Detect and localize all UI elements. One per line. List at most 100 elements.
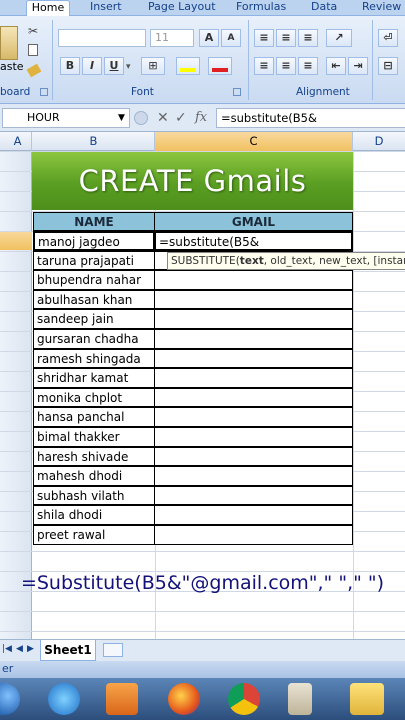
name-cell[interactable]: manoj jagdeo — [33, 231, 155, 251]
name-cell[interactable]: sandeep jain — [33, 309, 155, 329]
internet-explorer-icon[interactable] — [48, 683, 80, 715]
name-cell[interactable]: hansa panchal — [33, 407, 155, 427]
cancel-icon[interactable]: ✕ — [157, 110, 169, 126]
wrap-text-button[interactable]: ⏎ — [378, 29, 398, 47]
tooltip-function-name[interactable]: SUBSTITUTE( — [171, 255, 240, 267]
underline-button[interactable]: U — [104, 57, 124, 75]
name-cell[interactable]: shila dhodi — [33, 505, 155, 525]
clipboard-launcher-icon[interactable] — [40, 88, 48, 96]
tab-home[interactable]: Home — [26, 0, 70, 17]
column-header-b[interactable]: B — [33, 132, 155, 151]
font-launcher-icon[interactable] — [233, 88, 241, 96]
borders-button[interactable]: ⊞ — [141, 57, 165, 75]
name-cell[interactable]: subhash vilath — [33, 485, 155, 506]
grow-font-button[interactable]: A — [199, 29, 219, 47]
gmail-cell[interactable] — [154, 348, 353, 369]
shrink-font-button[interactable]: A — [221, 29, 241, 47]
first-sheet-icon[interactable]: |◀ — [2, 644, 12, 654]
expand-circle-icon — [134, 111, 148, 125]
tally-erp-icon[interactable] — [288, 683, 312, 715]
gmail-cell[interactable] — [154, 289, 353, 310]
align-middle-button[interactable]: ≡ — [276, 29, 296, 47]
insert-function-icon[interactable]: fx — [195, 110, 207, 126]
worksheet-grid[interactable]: CREATE Gmails NAME GMAIL manoj jagdeo =su… — [0, 151, 405, 639]
copy-icon[interactable] — [28, 44, 38, 56]
overlay-formula-caption: =Substitute(B5&"@gmail.com"," "," ") — [20, 572, 385, 594]
align-left-button[interactable]: ≡ — [254, 57, 274, 75]
gmail-cell[interactable] — [154, 505, 353, 525]
gmail-cell[interactable] — [154, 407, 353, 427]
gmail-cell[interactable] — [154, 309, 353, 329]
gmail-cell[interactable] — [154, 485, 353, 506]
gmail-cell[interactable] — [154, 446, 353, 467]
group-divider — [52, 20, 53, 100]
underline-dropdown-icon[interactable]: ▾ — [126, 62, 131, 72]
name-cell[interactable]: bimal thakker — [33, 427, 155, 447]
function-tooltip: SUBSTITUTE(text, old_text, new_text, [in… — [167, 252, 405, 270]
firefox-icon[interactable] — [168, 683, 200, 715]
font-name-box[interactable] — [58, 29, 146, 47]
name-box[interactable]: HOUR — [2, 108, 130, 128]
gmail-cell[interactable] — [154, 387, 353, 408]
name-box-dropdown-icon[interactable]: ▼ — [118, 108, 125, 128]
row-headers[interactable] — [0, 151, 32, 639]
name-cell[interactable]: preet rawal — [33, 525, 155, 545]
name-cell[interactable]: gursaran chadha — [33, 329, 155, 349]
paste-icon[interactable] — [0, 26, 18, 60]
name-cell[interactable]: haresh shivade — [33, 446, 155, 467]
gmail-cell[interactable] — [154, 329, 353, 349]
gmail-cell[interactable] — [154, 270, 353, 290]
gmail-cell[interactable] — [154, 466, 353, 486]
align-top-button[interactable]: ≡ — [254, 29, 274, 47]
bold-button[interactable]: B — [60, 57, 80, 75]
orientation-button[interactable]: ↗ — [326, 29, 352, 47]
tab-formulas[interactable]: Formulas — [236, 0, 286, 16]
cut-icon[interactable]: ✂ — [28, 24, 38, 38]
start-button-icon[interactable] — [0, 683, 20, 715]
chrome-icon[interactable] — [228, 683, 260, 715]
name-cell[interactable]: taruna prajapati — [33, 250, 155, 271]
row-header-selected[interactable] — [0, 231, 32, 250]
gmail-cell[interactable] — [154, 525, 353, 545]
tab-review[interactable]: Review — [362, 0, 401, 16]
merge-button[interactable]: ⊟ — [378, 57, 398, 75]
insert-sheet-icon[interactable] — [103, 643, 123, 657]
group-divider — [372, 20, 373, 100]
fill-color-button[interactable] — [176, 57, 200, 75]
gmail-cell[interactable]: =substitute(B5& — [154, 231, 353, 251]
gmail-cell[interactable] — [154, 368, 353, 388]
gmail-cell[interactable] — [154, 427, 353, 447]
align-center-button[interactable]: ≡ — [276, 57, 296, 75]
sheet-tab-bar: |◀ ◀ ▶ Sheet1 — [0, 639, 405, 661]
increase-indent-button[interactable]: ⇥ — [348, 57, 368, 75]
tab-insert[interactable]: Insert — [90, 0, 122, 16]
name-cell[interactable]: shridhar kamat — [33, 368, 155, 388]
sheet-tab-sheet1[interactable]: Sheet1 — [40, 640, 96, 661]
prev-sheet-icon[interactable]: ◀ — [16, 644, 23, 654]
font-size-box[interactable]: 11 — [150, 29, 194, 47]
column-header-a[interactable]: A — [3, 132, 32, 151]
header-name: NAME — [33, 212, 155, 231]
enter-icon[interactable]: ✓ — [175, 110, 187, 126]
next-sheet-icon[interactable]: ▶ — [27, 644, 34, 654]
media-player-icon[interactable] — [106, 683, 138, 715]
tab-page-layout[interactable]: Page Layout — [148, 0, 216, 16]
tab-data[interactable]: Data — [311, 0, 337, 16]
name-cell[interactable]: monika chplot — [33, 387, 155, 408]
name-cell[interactable]: abulhasan khan — [33, 289, 155, 310]
italic-button[interactable]: I — [82, 57, 102, 75]
format-painter-icon[interactable] — [26, 63, 42, 78]
name-cell[interactable]: mahesh dhodi — [33, 466, 155, 486]
column-header-d[interactable]: D — [353, 132, 405, 151]
name-cell[interactable]: ramesh shingada — [33, 348, 155, 369]
name-cell[interactable]: bhupendra nahar — [33, 270, 155, 290]
grid-row-line — [0, 631, 405, 632]
align-bottom-button[interactable]: ≡ — [298, 29, 318, 47]
status-mode: er — [2, 662, 14, 675]
column-header-c[interactable]: C — [155, 132, 353, 151]
explorer-folder-icon[interactable] — [350, 683, 384, 715]
formula-input[interactable]: =substitute(B5& — [216, 108, 405, 128]
font-color-button[interactable] — [208, 57, 232, 75]
align-right-button[interactable]: ≡ — [298, 57, 318, 75]
decrease-indent-button[interactable]: ⇤ — [326, 57, 346, 75]
